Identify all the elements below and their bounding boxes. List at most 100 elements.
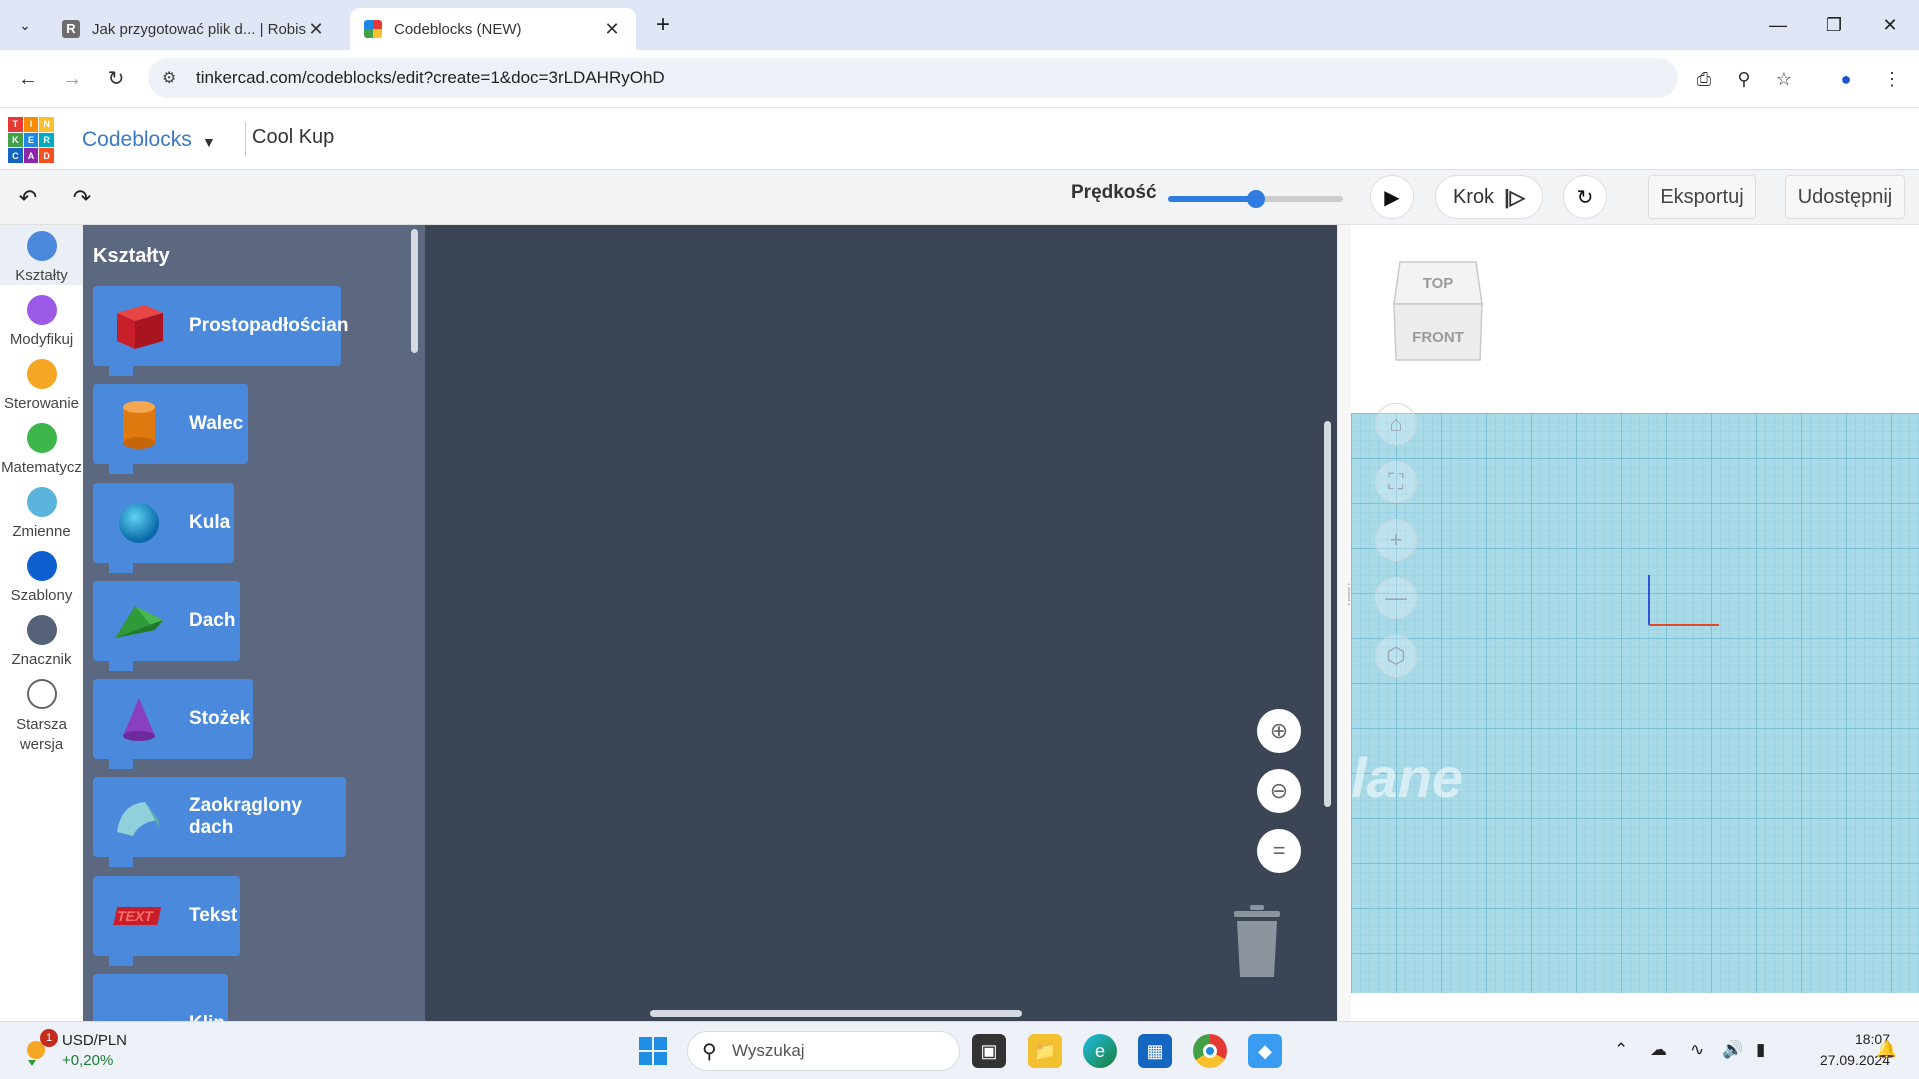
- view-cube[interactable]: TOP FRONT: [1392, 260, 1484, 364]
- category-starsza-wersja[interactable]: Starsza wersja: [0, 673, 83, 757]
- block-tekst[interactable]: TEXT Tekst: [93, 876, 240, 966]
- category-matematyczne[interactable]: Matematycz: [0, 417, 83, 477]
- svg-text:TEXT: TEXT: [116, 908, 155, 924]
- speed-slider[interactable]: [1168, 190, 1343, 208]
- export-button[interactable]: Eksportuj: [1648, 175, 1756, 219]
- reset-button[interactable]: ↻: [1563, 175, 1607, 219]
- tab-codeblocks[interactable]: Codeblocks (NEW) ✕: [350, 8, 636, 50]
- panel-resize-handle[interactable]: ⋮ ⋮ ⋮: [1337, 225, 1355, 1021]
- notifications-icon[interactable]: 🔔: [1876, 1040, 1897, 1060]
- 3d-viewer[interactable]: ⋮ ⋮ ⋮ TOP FRONT ⌂ ⛶ + — ⬡ lane: [1337, 225, 1919, 1021]
- reset-icon: ↻: [1576, 186, 1594, 209]
- category-dot: [26, 551, 57, 581]
- category-zmienne[interactable]: Zmienne: [0, 481, 83, 541]
- category-szablony[interactable]: Szablony: [0, 545, 83, 605]
- zoom-in-button[interactable]: ⊕: [1257, 709, 1301, 753]
- document-name[interactable]: Cool Kup: [252, 126, 334, 149]
- onedrive-icon[interactable]: ☁: [1650, 1040, 1667, 1060]
- red-box-icon: [117, 305, 163, 349]
- url-input[interactable]: ⚙ tinkercad.com/codeblocks/edit?create=1…: [148, 58, 1678, 98]
- block-notch: [109, 563, 133, 573]
- play-button[interactable]: ▶: [1370, 175, 1414, 219]
- block-stozek[interactable]: Stożek: [93, 679, 253, 769]
- browser-menu-icon[interactable]: ⋮: [1876, 63, 1908, 95]
- projection-view-button[interactable]: ⬡: [1375, 635, 1417, 677]
- redo-icon[interactable]: ↷: [66, 182, 98, 214]
- file-explorer-icon[interactable]: 📁: [1028, 1034, 1062, 1068]
- home-view-button[interactable]: ⌂: [1375, 403, 1417, 445]
- show-hidden-icons-icon[interactable]: ⌃: [1614, 1040, 1628, 1060]
- profile-icon[interactable]: ●: [1830, 63, 1862, 95]
- close-tab-icon[interactable]: ✕: [602, 19, 622, 40]
- category-label: Zmienne: [12, 523, 71, 540]
- workspace-horizontal-scrollbar[interactable]: [650, 1010, 1022, 1017]
- share-button[interactable]: Udostępnij: [1785, 175, 1905, 219]
- fit-view-button[interactable]: ⛶: [1375, 461, 1417, 503]
- workspace-vertical-scrollbar[interactable]: [1324, 421, 1331, 807]
- close-window-icon[interactable]: ✕: [1870, 10, 1910, 40]
- tinkercad-logo[interactable]: T I N K E R C A D: [8, 117, 54, 163]
- bookmark-star-icon[interactable]: ☆: [1768, 63, 1800, 95]
- block-walec[interactable]: Walec: [93, 384, 248, 474]
- minimize-icon[interactable]: —: [1758, 10, 1798, 40]
- chrome-icon[interactable]: [1193, 1034, 1227, 1068]
- forward-icon[interactable]: →: [56, 63, 88, 95]
- windows-start-icon[interactable]: [638, 1036, 668, 1066]
- block-kula[interactable]: Kula: [93, 483, 234, 573]
- taskbar-search-input[interactable]: ⚲ Wyszukaj: [687, 1031, 960, 1071]
- block-zaokraglony-dach[interactable]: Zaokrąglony dach: [93, 777, 346, 867]
- tab-robisz[interactable]: R Jak przygotować plik d... | Robis ✕: [48, 8, 340, 50]
- app-icon[interactable]: ◆: [1248, 1034, 1282, 1068]
- ticker-change: +0,20%: [62, 1052, 114, 1069]
- close-tab-icon[interactable]: ✕: [306, 19, 326, 40]
- reload-icon[interactable]: ↻: [100, 63, 132, 95]
- speed-slider-handle[interactable]: [1246, 190, 1265, 208]
- back-icon[interactable]: ←: [12, 63, 44, 95]
- restore-icon[interactable]: ❐: [1814, 10, 1854, 40]
- header-divider: [245, 122, 246, 156]
- category-sterowanie[interactable]: Sterowanie: [0, 353, 83, 413]
- ticker-name[interactable]: USD/PLN: [62, 1032, 127, 1049]
- workplane-grid[interactable]: [1351, 413, 1919, 993]
- app-name-menu[interactable]: Codeblocks: [82, 128, 192, 152]
- zoom-icon[interactable]: ⚲: [1728, 63, 1760, 95]
- logo-letter: N: [39, 117, 54, 132]
- viewcube-top-label: TOP: [1423, 275, 1454, 292]
- orange-cylinder-icon: [123, 401, 155, 449]
- category-znacznik[interactable]: Znacznik: [0, 609, 83, 669]
- zoom-reset-button[interactable]: =: [1257, 829, 1301, 873]
- flyout-scrollbar[interactable]: [411, 229, 418, 353]
- volume-icon[interactable]: 🔊: [1722, 1040, 1743, 1060]
- browser-tab-bar: ⌄ R Jak przygotować plik d... | Robis ✕ …: [0, 0, 1919, 50]
- code-workspace[interactable]: ⊕ ⊖ =: [425, 225, 1337, 1021]
- chevron-down-icon[interactable]: ▼: [202, 134, 216, 150]
- category-dot: [26, 231, 57, 261]
- step-button[interactable]: Krok |▷: [1435, 175, 1543, 219]
- fit-to-view-icon: ⛶: [1388, 469, 1404, 494]
- microsoft-store-icon[interactable]: ▦: [1138, 1034, 1172, 1068]
- block-klin[interactable]: Klin: [93, 974, 228, 1021]
- tab-title: Codeblocks (NEW): [394, 20, 522, 38]
- battery-icon[interactable]: ▮: [1756, 1040, 1765, 1060]
- site-settings-icon[interactable]: ⚙: [162, 68, 176, 88]
- block-dach[interactable]: Dach: [93, 581, 240, 671]
- tab-list-dropdown-icon[interactable]: ⌄: [12, 12, 38, 38]
- edge-browser-icon[interactable]: e: [1083, 1034, 1117, 1068]
- undo-icon[interactable]: ↶: [12, 182, 44, 214]
- block-prostopadloscian[interactable]: Prostopadłościan: [93, 286, 348, 376]
- task-view-icon[interactable]: ▣: [972, 1034, 1006, 1068]
- zoom-out-button[interactable]: ⊖: [1257, 769, 1301, 813]
- zoom-out-view-button[interactable]: —: [1375, 577, 1417, 619]
- new-tab-button[interactable]: +: [648, 10, 678, 40]
- search-icon: ⚲: [702, 1041, 717, 1063]
- category-dot: [26, 679, 57, 709]
- install-app-icon[interactable]: ⎙: [1688, 63, 1720, 95]
- zoom-in-view-button[interactable]: +: [1375, 519, 1417, 561]
- plus-icon: +: [1389, 527, 1403, 552]
- trash-icon[interactable]: [1232, 905, 1282, 977]
- wifi-icon[interactable]: ∿: [1690, 1040, 1704, 1060]
- category-ksztalty[interactable]: Kształty: [0, 225, 83, 285]
- category-dot: [26, 295, 57, 325]
- block-label: Stożek: [189, 708, 251, 729]
- category-modyfikuj[interactable]: Modyfikuj: [0, 289, 83, 349]
